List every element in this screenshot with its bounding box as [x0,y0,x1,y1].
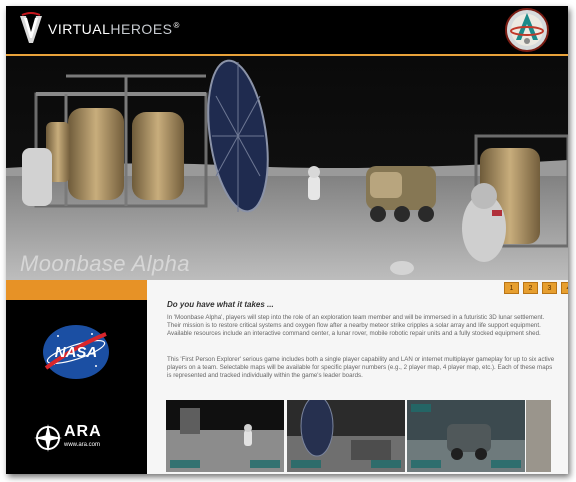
rover-thumbnail-icon [407,400,525,472]
section-headline: Do you have what it takes ... [167,300,274,309]
hero-banner: Moonbase Alpha [6,56,568,280]
ara-logo[interactable]: ARA www.ara.com [34,418,124,458]
ara-label: ARA [64,423,102,440]
brand-name-part1: VIRTUAL [48,21,111,37]
sidebar-accent-band [6,280,147,300]
pager-button-2[interactable]: 2 [523,282,538,294]
mission-patch-icon [505,8,549,52]
page-frame: VIRTUALHEROES® Moonbase Alpha NASA ARA w… [6,6,568,474]
header: VIRTUALHEROES® [6,6,568,54]
description-paragraph-1: In 'Moonbase Alpha', players will step i… [167,314,545,338]
virtual-heroes-logo[interactable]: VIRTUALHEROES® [18,12,179,46]
screenshot-thumbnail-4[interactable] [526,400,551,472]
registered-mark: ® [173,21,180,30]
lunar-scene-thumbnail-icon [166,400,284,472]
brand-name-part2: HEROES [110,21,173,37]
brand-name: VIRTUALHEROES® [48,21,180,37]
partners-sidebar: NASA ARA www.ara.com [6,280,147,474]
screenshot-gallery [166,400,551,472]
pager-button-1[interactable]: 1 [504,282,519,294]
screenshot-thumbnail-2[interactable] [287,400,405,472]
moonbase-scene-image [6,56,568,280]
ara-compass-icon [34,424,62,452]
nasa-logo-icon[interactable]: NASA [40,322,112,382]
description-paragraph-2: This 'First Person Explorer' serious gam… [167,356,555,380]
pager-button-3[interactable]: 3 [542,282,557,294]
content-section: NASA ARA www.ara.com 1 2 3 4 Do you have… [6,280,568,474]
description-panel: 1 2 3 4 Do you have what it takes ... In… [147,280,568,474]
virtual-heroes-logo-icon [20,12,42,43]
gallery-pager: 1 2 3 4 [504,282,568,294]
solar-panel-thumbnail-icon [287,400,405,472]
screenshot-thumbnail-1[interactable] [166,400,284,472]
pager-button-4[interactable]: 4 [561,282,568,294]
nasa-label: NASA [55,344,98,361]
ara-url[interactable]: www.ara.com [64,442,100,448]
hero-title: Moonbase Alpha [20,251,190,276]
screenshot-thumbnail-3[interactable] [407,400,525,472]
